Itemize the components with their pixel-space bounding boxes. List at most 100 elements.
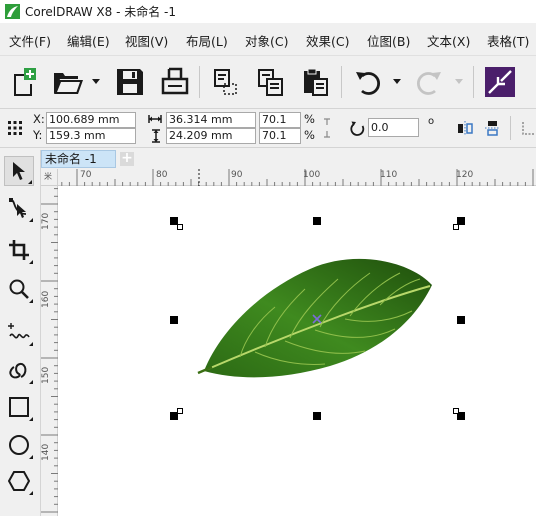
- brush-stroke-icon: [9, 362, 27, 379]
- crop-tool[interactable]: [4, 235, 34, 265]
- corner-node-marker: [453, 408, 459, 414]
- vruler-label: 150: [41, 366, 51, 384]
- resize-handle-middle-right[interactable]: [457, 316, 465, 324]
- undo-icon: [356, 72, 381, 95]
- polygon-tool[interactable]: [4, 466, 34, 496]
- copy-button[interactable]: [252, 63, 288, 101]
- print-button[interactable]: [157, 63, 193, 101]
- undo-button[interactable]: [350, 63, 386, 101]
- horizontal-ruler[interactable]: 70 80 90 100 110 120: [58, 169, 536, 186]
- menu-bitmaps[interactable]: 位图(B): [367, 31, 410, 50]
- power-clip-icon: [485, 67, 515, 97]
- document-tab[interactable]: 未命名 -1: [41, 150, 116, 168]
- standard-toolbar: [0, 56, 536, 109]
- menu-bar: 文件(F) 编辑(E) 视图(V) 布局(L) 对象(C) 效果(C) 位图(B…: [0, 23, 536, 56]
- paste-button[interactable]: [297, 63, 333, 101]
- corner-node-marker: [177, 224, 183, 230]
- scale-x-percent: %: [304, 112, 315, 126]
- x-position-label: X:: [33, 112, 45, 126]
- tool-flyout-indicator: [29, 299, 33, 303]
- menu-table[interactable]: 表格(T): [487, 31, 529, 50]
- scale-x-field[interactable]: 70.1: [259, 112, 301, 128]
- hruler-label: 90: [231, 170, 243, 180]
- x-position-field[interactable]: 100.689 mm: [46, 112, 136, 128]
- redo-button[interactable]: [411, 63, 447, 101]
- menu-layout[interactable]: 布局(L): [186, 31, 228, 50]
- scale-y-percent: %: [304, 128, 315, 142]
- rectangle-tool[interactable]: [4, 392, 34, 422]
- object-origin-icon[interactable]: [8, 121, 22, 135]
- print-icon: [161, 67, 189, 95]
- save-icon: [117, 69, 143, 95]
- menu-edit[interactable]: 编辑(E): [67, 31, 110, 50]
- undo-dropdown-icon[interactable]: [393, 79, 401, 85]
- toolbox: [0, 150, 41, 516]
- import-button[interactable]: [482, 63, 518, 101]
- artistic-media-tool[interactable]: [4, 355, 34, 385]
- tool-flyout-indicator: [29, 491, 33, 495]
- height-field[interactable]: 24.209 mm: [166, 128, 256, 144]
- lock-ratio-icon[interactable]: [322, 117, 332, 139]
- vruler-label: 140: [41, 443, 51, 461]
- hruler-label: 110: [380, 170, 398, 180]
- text-wrap-icon[interactable]: [520, 120, 536, 136]
- resize-handle-middle-left[interactable]: [170, 316, 178, 324]
- crop-icon: [9, 240, 29, 260]
- center-point-marker-icon[interactable]: [312, 314, 322, 324]
- shape-tool[interactable]: [4, 193, 34, 223]
- corner-node-marker: [177, 408, 183, 414]
- toolbar-separator: [341, 66, 342, 98]
- mirror-horizontal-icon[interactable]: [457, 120, 473, 136]
- save-button[interactable]: [112, 63, 148, 101]
- open-dropdown-icon[interactable]: [92, 79, 100, 85]
- menu-effects[interactable]: 效果(C): [306, 31, 349, 50]
- paste-icon: [304, 68, 328, 96]
- document-tab-strip: 未命名 -1 +: [41, 150, 536, 168]
- drawing-canvas[interactable]: [58, 186, 536, 516]
- hexagon-icon: [8, 471, 30, 491]
- freehand-tool[interactable]: [4, 317, 34, 347]
- shape-node-icon: [9, 198, 27, 218]
- menu-view[interactable]: 视图(V): [125, 31, 168, 50]
- hruler-label: 80: [156, 170, 168, 180]
- new-document-icon: [14, 68, 36, 96]
- y-position-field[interactable]: 159.3 mm: [46, 128, 136, 144]
- cut-button[interactable]: [207, 63, 243, 101]
- title-bar: CorelDRAW X8 - 未命名 -1: [0, 0, 536, 23]
- tool-flyout-indicator: [29, 218, 33, 222]
- pick-tool[interactable]: [4, 156, 34, 186]
- resize-handle-top-center[interactable]: [313, 217, 321, 225]
- vruler-label: 160: [41, 290, 51, 308]
- zoom-tool[interactable]: [4, 274, 34, 304]
- open-button[interactable]: [50, 63, 86, 101]
- resize-handle-bottom-center[interactable]: [313, 412, 321, 420]
- vertical-ruler[interactable]: 170 160 150 140: [41, 186, 58, 516]
- tool-flyout-indicator: [29, 260, 33, 264]
- degree-symbol: o: [428, 116, 435, 127]
- new-document-tab-button[interactable]: +: [120, 151, 134, 166]
- ruler-origin[interactable]: 米: [41, 169, 58, 186]
- new-document-button[interactable]: [5, 63, 41, 101]
- scale-y-field[interactable]: 70.1: [259, 128, 301, 144]
- cut-icon: [214, 69, 237, 95]
- tool-flyout-indicator: [29, 455, 33, 459]
- width-field[interactable]: 36.314 mm: [166, 112, 256, 128]
- propbar-separator: [510, 116, 511, 140]
- hruler-label: 70: [80, 170, 92, 180]
- mirror-vertical-icon[interactable]: [484, 120, 500, 136]
- menu-text[interactable]: 文本(X): [427, 31, 470, 50]
- redo-dropdown-icon[interactable]: [455, 79, 463, 85]
- coreldraw-logo-icon: [5, 4, 20, 19]
- menu-object[interactable]: 对象(C): [245, 31, 288, 50]
- ruler-unit-mark: 米: [44, 172, 52, 181]
- menu-file[interactable]: 文件(F): [9, 31, 51, 50]
- redo-icon: [416, 72, 441, 95]
- width-icon: [148, 115, 162, 123]
- toolbar-separator: [199, 66, 200, 98]
- magnifier-icon: [9, 279, 29, 299]
- rotation-angle-field[interactable]: 0.0: [368, 118, 419, 137]
- tool-flyout-indicator: [29, 342, 33, 346]
- ellipse-tool[interactable]: [4, 430, 34, 460]
- hruler-label: 120: [456, 170, 474, 180]
- corner-node-marker: [453, 224, 459, 230]
